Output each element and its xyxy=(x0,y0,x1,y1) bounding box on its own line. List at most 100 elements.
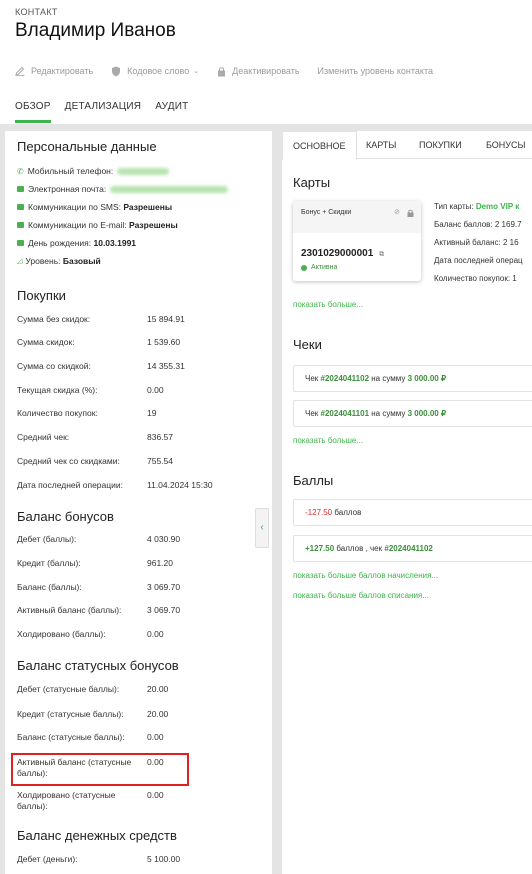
card-type-value: Demo VIP к xyxy=(475,202,520,211)
points-row[interactable]: +127.50 баллов , чек #2024041102 xyxy=(293,535,532,562)
card-status-label: Активна xyxy=(311,264,338,271)
check-row[interactable]: Чек #2024041102 на сумму 3 000.00 ₽ xyxy=(293,365,532,392)
money-balance-title: Баланс денежных средств xyxy=(17,828,177,843)
kv-value: 20.00 xyxy=(147,709,169,719)
kv-label: Дебет (статусные баллы): xyxy=(17,684,120,694)
points-row[interactable]: -127.50 баллов xyxy=(293,499,532,526)
tab-bonuses[interactable]: БОНУСЫ xyxy=(486,131,526,159)
tab-cards[interactable]: КАРТЫ xyxy=(366,131,396,159)
cards-title: Карты xyxy=(293,175,331,190)
emailcomm-label: Коммуникации по E-mail: xyxy=(28,220,127,230)
check-id: #2024041101 xyxy=(320,409,370,418)
kv-value: 3 069.70 xyxy=(147,582,181,592)
loyalty-card[interactable]: Бонус + Скидки ⊘ 2301029000001 ⧉ Активна xyxy=(293,201,421,281)
level-value: Базовый xyxy=(62,256,101,266)
copy-icon[interactable]: ⧉ xyxy=(379,251,384,258)
bonus-balance-title: Баланс бонусов xyxy=(17,509,114,524)
points-text: баллов xyxy=(334,508,362,517)
kv-value: 1 539.60 xyxy=(147,337,181,347)
email-value-blurred xyxy=(110,185,229,193)
card-status: Активна xyxy=(301,264,337,271)
tab-audit[interactable]: АУДИТ xyxy=(155,101,188,123)
page-title: Владимир Иванов xyxy=(15,20,176,41)
birthday-value: 10.03.1991 xyxy=(93,238,137,248)
kv-label: Баланс (статусные баллы): xyxy=(17,732,125,742)
page-header: КОНТАКТ Владимир Иванов Редактировать Ко… xyxy=(0,0,532,124)
highlight-box xyxy=(11,753,189,786)
kv-label: Сумма без скидок: xyxy=(17,314,91,324)
kv-value: 0.00 xyxy=(147,385,164,395)
card-type: Бонус + Скидки xyxy=(301,209,352,216)
points-check-id: #2024041102 xyxy=(384,544,433,553)
check-row[interactable]: Чек #2024041101 на сумму 3 000.00 ₽ xyxy=(293,400,532,427)
check-mid: на сумму xyxy=(371,409,406,418)
change-level-label: Изменить уровень контакта xyxy=(317,66,433,76)
action-bar: Редактировать Кодовое слово ⌄ Деактивиро… xyxy=(15,64,451,78)
deactivate-label: Деактивировать xyxy=(232,66,300,76)
card-number-text: 2301029000001 xyxy=(301,248,374,259)
tab-overview[interactable]: ОБЗОР xyxy=(15,101,51,123)
checkbox-checked-icon xyxy=(17,222,24,228)
code-word-label: Кодовое слово xyxy=(127,66,190,76)
show-more-writeoffs-link[interactable]: показать больше баллов списания... xyxy=(293,591,429,600)
kv-value: 20.00 xyxy=(147,684,169,694)
cards-show-more-link[interactable]: показать больше... xyxy=(293,300,363,309)
kv-value: 4 030.90 xyxy=(147,534,181,544)
deactivate-button[interactable]: Деактивировать xyxy=(217,66,300,77)
card-number: 2301029000001 ⧉ xyxy=(301,248,384,259)
check-mid: на сумму xyxy=(371,374,406,383)
tab-details[interactable]: ДЕТАЛИЗАЦИЯ xyxy=(65,101,142,123)
kv-label: Активный баланс (баллы): xyxy=(17,605,122,615)
birthday-row: День рождения: 10.03.1991 xyxy=(17,238,136,248)
pencil-icon xyxy=(15,66,25,76)
emailcomm-row: Коммуникации по E-mail: Разрешены xyxy=(17,220,178,230)
kv-label: Кредит (статусные баллы): xyxy=(17,709,124,719)
status-dot-icon xyxy=(301,264,307,271)
kv-label: Дебет (деньги): xyxy=(17,854,78,864)
kv-value: 755.54 xyxy=(147,456,173,466)
check-prefix: Чек xyxy=(305,409,319,418)
change-level-button[interactable]: Изменить уровень контакта xyxy=(318,66,433,76)
email-label: Электронная почта: xyxy=(28,184,107,194)
checks-show-more-link[interactable]: показать больше... xyxy=(293,436,363,445)
points-title: Баллы xyxy=(293,473,334,488)
kv-label: Средний чек со скидками: xyxy=(17,456,120,466)
page-kicker: КОНТАКТ xyxy=(15,7,58,17)
right-panel: ОСНОВНОЕ КАРТЫ ПОКУПКИ БОНУСЫ Карты Бону… xyxy=(282,131,532,874)
card-info-last-op: Дата последней операц xyxy=(434,256,523,265)
code-word-dropdown[interactable]: Кодовое слово ⌄ xyxy=(111,66,199,77)
check-prefix: Чек xyxy=(305,374,319,383)
kv-value: 14 355.31 xyxy=(147,361,185,371)
kv-value: 11.04.2024 15:30 xyxy=(147,480,213,490)
tab-main[interactable]: ОСНОВНОЕ xyxy=(282,131,357,160)
show-more-accruals-link[interactable]: показать больше баллов начисления... xyxy=(293,571,438,580)
kv-value: 0.00 xyxy=(147,790,164,800)
check-amount: 3 000.00 ₽ xyxy=(407,374,447,383)
kv-value: 5 100.00 xyxy=(147,854,181,864)
kv-label: Холдировано (статусные баллы): xyxy=(17,790,116,811)
checkbox-checked-icon xyxy=(17,204,24,210)
status-balance-title: Баланс статусных бонусов xyxy=(17,658,179,673)
tab-purchases[interactable]: ПОКУПКИ xyxy=(419,131,462,159)
kv-value: 961.20 xyxy=(147,558,173,568)
card-info-type: Тип карты: Demo VIP к xyxy=(434,202,519,211)
points-amount: -127.50 xyxy=(305,508,333,517)
email-row: Электронная почта: xyxy=(17,184,229,194)
chevron-left-icon: ‹ xyxy=(260,522,264,533)
main-tabs: ОБЗОР ДЕТАЛИЗАЦИЯ АУДИТ xyxy=(15,101,202,123)
checks-title: Чеки xyxy=(293,337,322,352)
kv-label: Дебет (баллы): xyxy=(17,534,77,544)
eye-off-icon: ⊘ xyxy=(394,209,400,216)
kv-label: Средний чек: xyxy=(17,432,70,442)
envelope-icon xyxy=(17,186,24,192)
kv-value: 836.57 xyxy=(147,432,173,442)
points-amount: +127.50 xyxy=(305,544,335,553)
personal-data-title: Персональные данные xyxy=(17,139,157,154)
points-text: баллов , чек xyxy=(336,544,383,553)
kv-label: Сумма со скидкой: xyxy=(17,361,91,371)
check-id: #2024041102 xyxy=(320,374,370,383)
level-icon: ◿ xyxy=(17,258,23,265)
collapse-panel-button[interactable]: ‹ xyxy=(255,508,269,548)
card-info-purchases-count: Количество покупок: 1 xyxy=(434,274,517,283)
edit-button[interactable]: Редактировать xyxy=(15,66,93,76)
